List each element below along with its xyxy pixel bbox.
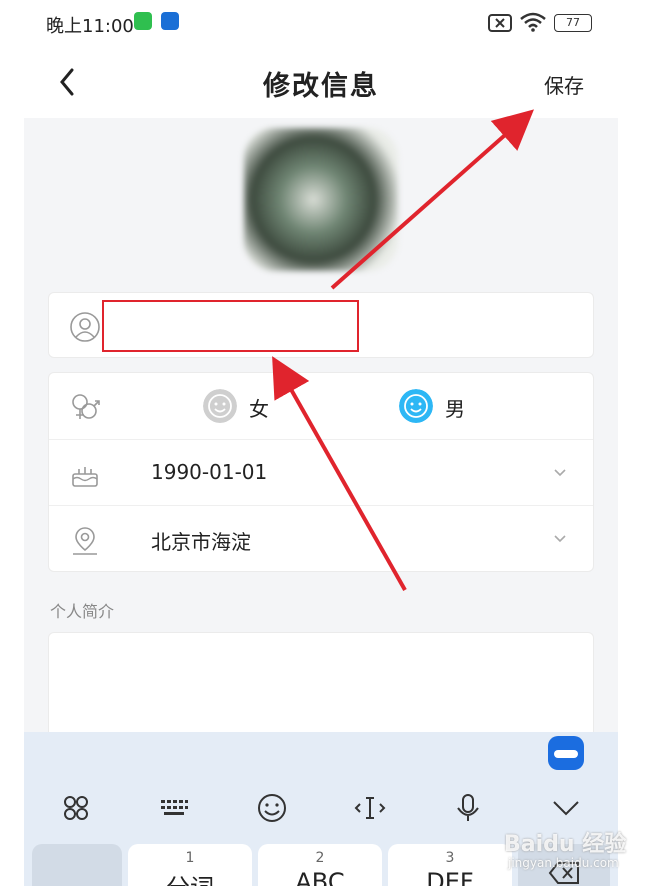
chevron-down-icon	[554, 535, 566, 543]
no-sim-icon	[488, 14, 512, 32]
collapse-keyboard-icon[interactable]	[546, 788, 586, 828]
gender-label-female: 女	[249, 397, 269, 421]
battery-indicator: 77	[554, 14, 592, 32]
avatar[interactable]	[244, 128, 398, 271]
emoji-icon[interactable]	[252, 788, 292, 828]
bio-input[interactable]	[65, 645, 575, 745]
birthday-row[interactable]: 1990-01-01	[49, 439, 593, 505]
status-time: 晚上11:00	[46, 16, 134, 37]
grid-icon[interactable]	[56, 788, 96, 828]
status-bar: 晚上11:00 77	[24, 0, 618, 46]
gender-row: 女 男	[49, 373, 593, 439]
cake-icon	[72, 467, 98, 487]
page-title: 修改信息	[263, 71, 379, 102]
info-card: 女 男 1990-01-01 北京市海淀	[48, 372, 594, 572]
gender-label-male: 男	[445, 397, 465, 421]
user-icon	[70, 312, 100, 342]
cursor-icon[interactable]	[350, 788, 390, 828]
android-app-icon	[134, 12, 152, 30]
face-icon	[399, 389, 433, 423]
key-3[interactable]: 3 DEF	[388, 844, 512, 886]
watermark-url: jingyan.baidu.com	[508, 856, 619, 870]
key-2[interactable]: 2 ABC	[258, 844, 382, 886]
phone-screen: 晚上11:00 77 修改信息 保存 女 男 1990-01-01 北京市海淀 …	[24, 0, 618, 886]
location-pin-icon	[73, 527, 97, 555]
save-button[interactable]: 保存	[544, 70, 584, 99]
keyboard-icon[interactable]	[154, 788, 194, 828]
nickname-input[interactable]	[127, 309, 527, 343]
birthday-value: 1990-01-01	[151, 460, 268, 484]
key-comma[interactable]: ,	[32, 844, 122, 886]
wifi-icon	[520, 12, 546, 32]
chevron-down-icon	[554, 469, 566, 477]
ime-assistant-icon[interactable]	[548, 736, 584, 770]
name-card	[48, 292, 594, 358]
face-icon	[203, 389, 237, 423]
game-app-icon	[161, 12, 179, 30]
gender-icon	[72, 394, 100, 419]
nav-bar: 修改信息 保存	[24, 46, 618, 118]
bio-label: 个人简介	[50, 602, 115, 621]
location-value: 北京市海淀	[151, 530, 251, 554]
key-1[interactable]: 1 分词	[128, 844, 252, 886]
microphone-icon[interactable]	[448, 788, 488, 828]
location-row[interactable]: 北京市海淀	[49, 505, 593, 571]
watermark-logo: Baidu 经验	[504, 832, 627, 857]
